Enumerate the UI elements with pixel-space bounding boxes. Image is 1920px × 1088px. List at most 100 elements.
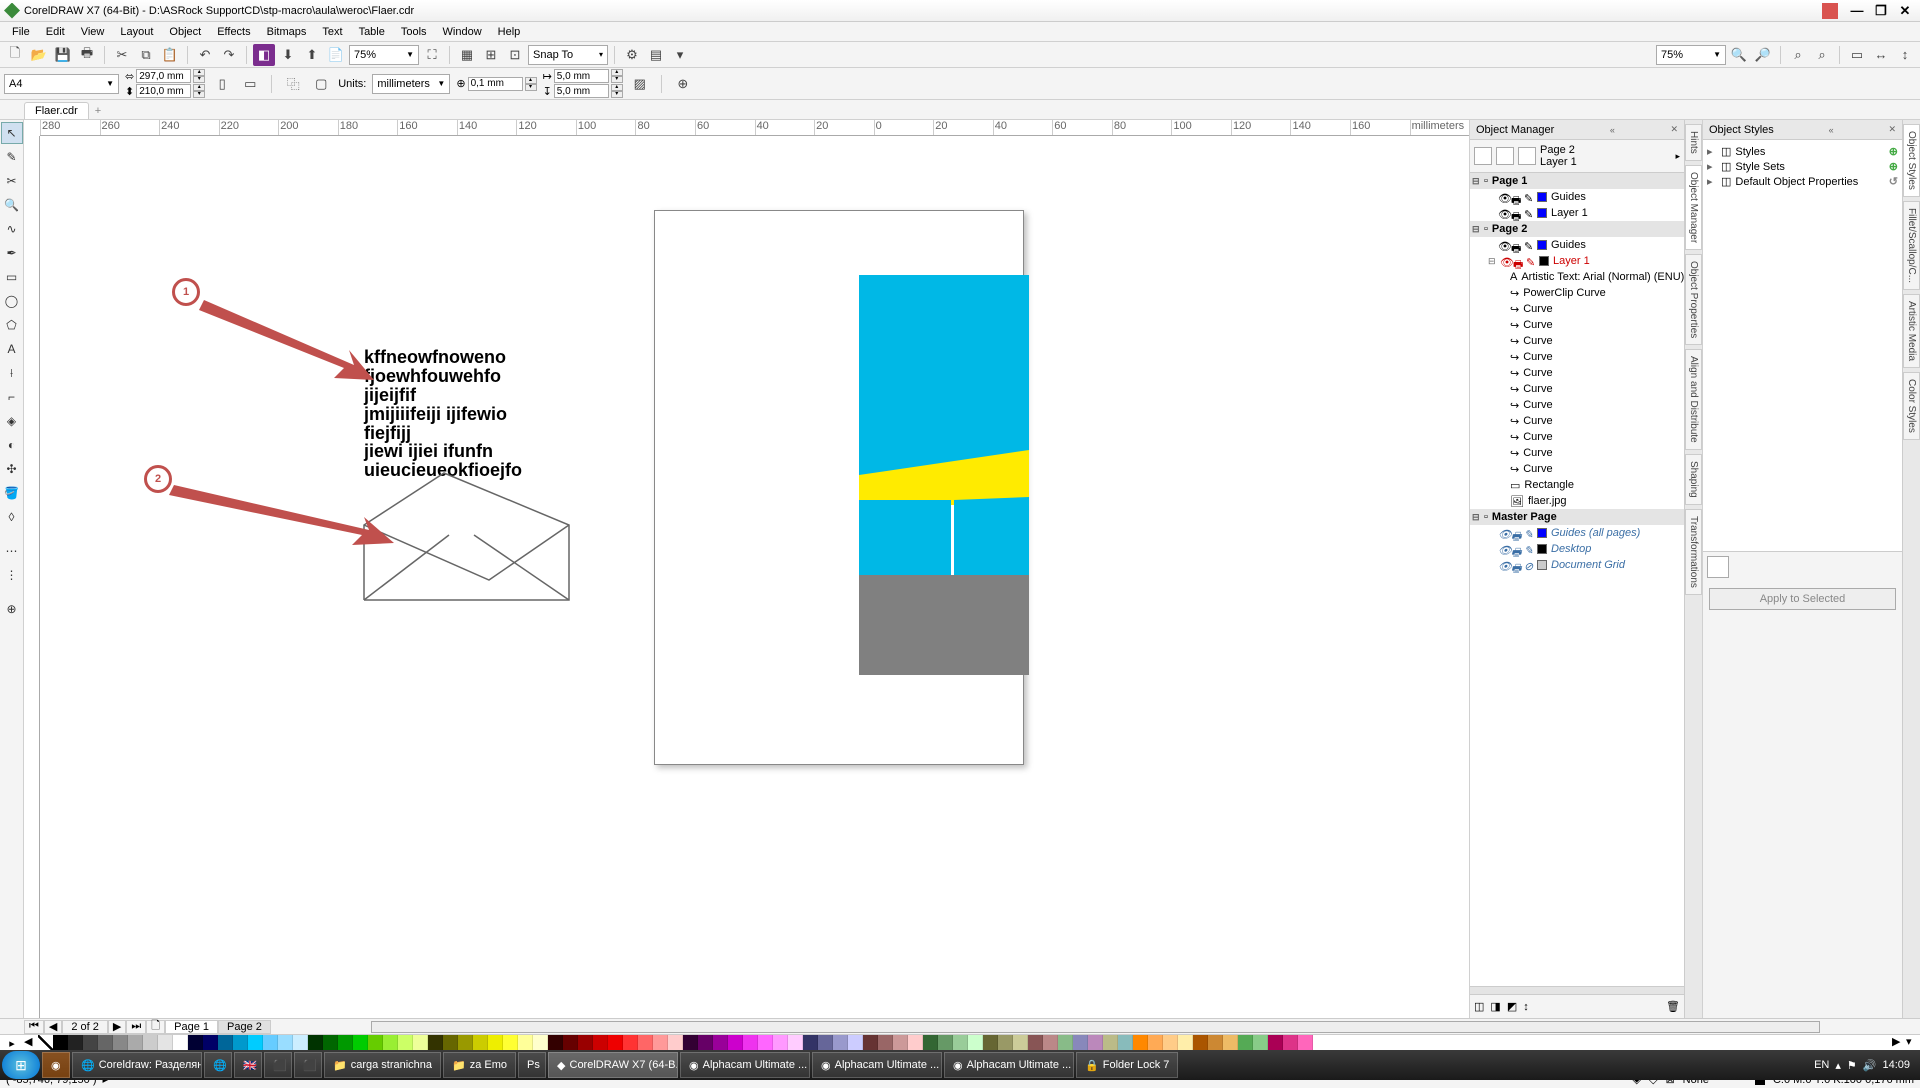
docktab-trans[interactable]: Transformations xyxy=(1685,509,1702,595)
import-icon[interactable]: ⬇ xyxy=(277,44,299,66)
color-swatch[interactable] xyxy=(1028,1035,1043,1051)
color-swatch[interactable] xyxy=(278,1035,293,1051)
warning-icon[interactable] xyxy=(1822,3,1838,19)
color-swatch[interactable] xyxy=(1178,1035,1193,1051)
current-page-icon[interactable]: ▢ xyxy=(310,73,332,95)
start-button[interactable]: ⊞ xyxy=(2,1051,40,1079)
color-swatch[interactable] xyxy=(548,1035,563,1051)
chevron-icon[interactable]: « xyxy=(1829,125,1834,135)
add-tool-icon[interactable]: ⊕ xyxy=(1,598,23,620)
color-swatch[interactable] xyxy=(533,1035,548,1051)
docktab-hints[interactable]: Hints xyxy=(1685,124,1702,161)
search-content-icon[interactable]: ◧ xyxy=(253,44,275,66)
artistic-media-icon[interactable]: ✒ xyxy=(1,242,23,264)
color-swatch[interactable] xyxy=(383,1035,398,1051)
task-coreldraw[interactable]: 🌐Coreldraw: Разделян... xyxy=(72,1052,202,1078)
zoom-combo[interactable]: 75%▼ xyxy=(349,45,419,65)
color-swatch[interactable] xyxy=(803,1035,818,1051)
task-alphacam-1[interactable]: ◉Alphacam Ultimate ... xyxy=(680,1052,810,1078)
color-swatch[interactable] xyxy=(293,1035,308,1051)
color-swatch[interactable] xyxy=(593,1035,608,1051)
maximize-button[interactable]: ❐ xyxy=(1870,3,1892,19)
new-tab-button[interactable]: + xyxy=(89,103,107,119)
color-swatch[interactable] xyxy=(368,1035,383,1051)
page-tab-1[interactable]: Page 1 xyxy=(165,1020,218,1034)
color-swatch[interactable] xyxy=(68,1035,83,1051)
add-style-icon[interactable]: ⊕ xyxy=(1889,145,1898,158)
reset-props-icon[interactable]: ↺ xyxy=(1889,175,1898,188)
export-icon[interactable]: ⬆ xyxy=(301,44,323,66)
task-lang-flag[interactable]: 🇬🇧 xyxy=(234,1052,262,1078)
undo-icon[interactable]: ↶ xyxy=(194,44,216,66)
zoom-all-icon[interactable]: ⌕ xyxy=(1811,44,1833,66)
color-swatch[interactable] xyxy=(1148,1035,1163,1051)
docktab-align[interactable]: Align and Distribute xyxy=(1685,349,1702,450)
color-swatch[interactable] xyxy=(1208,1035,1223,1051)
pick-tool-icon[interactable]: ↖ xyxy=(1,122,23,144)
color-swatch[interactable] xyxy=(113,1035,128,1051)
color-swatch[interactable] xyxy=(398,1035,413,1051)
fullscreen-icon[interactable]: ⛶ xyxy=(421,44,443,66)
add-page-button[interactable]: 🗋 xyxy=(146,1020,165,1034)
color-swatch[interactable] xyxy=(773,1035,788,1051)
default-props-row[interactable]: Default Object Properties xyxy=(1735,176,1858,188)
zoom-page-icon[interactable]: ▭ xyxy=(1846,44,1868,66)
nudge-input[interactable] xyxy=(468,77,523,91)
docktab-artmedia[interactable]: Artistic Media xyxy=(1903,294,1920,368)
color-swatch[interactable] xyxy=(938,1035,953,1051)
freehand-tool-icon[interactable]: ∿ xyxy=(1,218,23,240)
launcher-icon[interactable]: ▤ xyxy=(645,44,667,66)
zoom-width-icon[interactable]: ↔ xyxy=(1870,44,1892,66)
color-swatch[interactable] xyxy=(1298,1035,1313,1051)
color-swatch[interactable] xyxy=(968,1035,983,1051)
docktab-fillet[interactable]: Fillet/Scallop/C... xyxy=(1903,201,1920,290)
h-scrollbar[interactable] xyxy=(371,1021,1820,1033)
task-pinned-1[interactable]: ◉ xyxy=(42,1052,70,1078)
task-folderlock[interactable]: 🔒Folder Lock 7 xyxy=(1076,1052,1178,1078)
chevron-icon[interactable]: « xyxy=(1610,125,1615,135)
zoom-out-icon[interactable]: 🔎 xyxy=(1752,44,1774,66)
color-swatch[interactable] xyxy=(518,1035,533,1051)
new-master-layer-icon[interactable]: ◨ xyxy=(1490,1000,1500,1013)
tray-time[interactable]: 14:09 xyxy=(1882,1059,1910,1071)
color-swatch[interactable] xyxy=(893,1035,908,1051)
color-swatch[interactable] xyxy=(98,1035,113,1051)
color-swatch[interactable] xyxy=(578,1035,593,1051)
menu-tools[interactable]: Tools xyxy=(393,24,435,40)
color-swatch[interactable] xyxy=(713,1035,728,1051)
new-icon[interactable]: 🗋 xyxy=(4,44,26,66)
color-swatch[interactable] xyxy=(353,1035,368,1051)
color-swatch[interactable] xyxy=(188,1035,203,1051)
next-page-button[interactable]: ▶ xyxy=(108,1020,126,1034)
paper-size-combo[interactable]: A4▼ xyxy=(4,74,119,94)
color-swatch[interactable] xyxy=(923,1035,938,1051)
menu-help[interactable]: Help xyxy=(490,24,529,40)
color-swatch[interactable] xyxy=(1283,1035,1298,1051)
save-icon[interactable]: 💾 xyxy=(52,44,74,66)
color-swatch[interactable] xyxy=(998,1035,1013,1051)
style-preview-icon[interactable] xyxy=(1707,556,1729,578)
color-swatch[interactable] xyxy=(308,1035,323,1051)
blend-tool-icon[interactable]: ◈ xyxy=(1,410,23,432)
om-view-icon[interactable] xyxy=(1496,147,1514,165)
color-swatch[interactable] xyxy=(263,1035,278,1051)
menu-window[interactable]: Window xyxy=(435,24,490,40)
object-manager-title[interactable]: Object Manager«✕ xyxy=(1470,120,1684,140)
options-icon[interactable]: ⚙ xyxy=(621,44,643,66)
docktab-colorstyles[interactable]: Color Styles xyxy=(1903,372,1920,440)
color-swatch[interactable] xyxy=(758,1035,773,1051)
om-edit-icon[interactable] xyxy=(1518,147,1536,165)
object-tree[interactable]: ⊟▫Page 1 👁🖶✎Guides 👁🖶✎Layer 1 ⊟▫Page 2 👁… xyxy=(1470,173,1684,986)
publish-pdf-icon[interactable]: 📄 xyxy=(325,44,347,66)
zoom2-combo[interactable]: 75%▼ xyxy=(1656,45,1726,65)
color-swatch[interactable] xyxy=(953,1035,968,1051)
treat-as-filled-icon[interactable]: ▨ xyxy=(629,73,651,95)
task-ps[interactable]: Ps xyxy=(518,1052,546,1078)
paste-icon[interactable]: 📋 xyxy=(159,44,181,66)
tray-volume-icon[interactable]: 🔊 xyxy=(1863,1059,1877,1072)
color-swatch[interactable] xyxy=(878,1035,893,1051)
color-swatch[interactable] xyxy=(1073,1035,1088,1051)
all-pages-icon[interactable]: ⿻ xyxy=(282,73,304,95)
color-swatch[interactable] xyxy=(983,1035,998,1051)
minimize-button[interactable]: — xyxy=(1846,3,1868,19)
